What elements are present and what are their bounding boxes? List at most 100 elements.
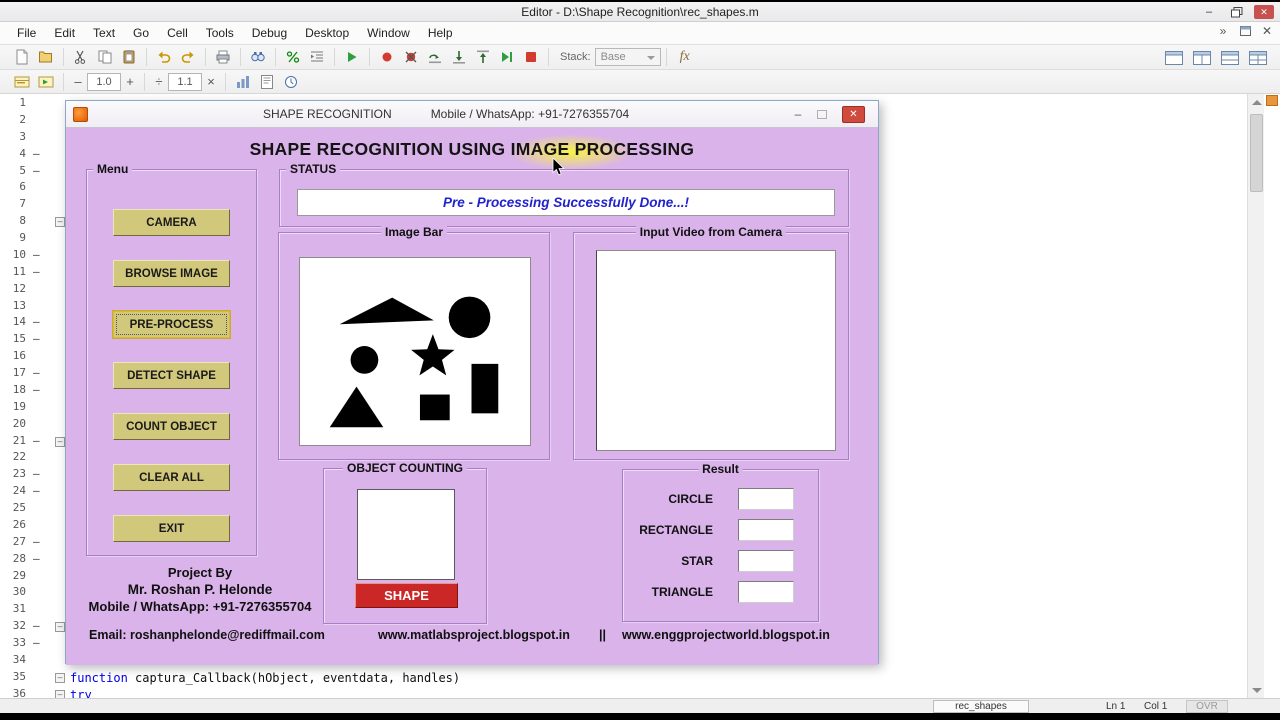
menu-item[interactable]: Debug (243, 23, 296, 43)
menu-item[interactable]: Desktop (296, 23, 358, 43)
layout-split-horizontal-icon[interactable] (1219, 48, 1241, 68)
cut-icon[interactable] (70, 47, 92, 67)
gui-maximize-button[interactable] (810, 105, 834, 123)
code-fold-icon[interactable]: – (55, 622, 65, 633)
increment-value-button[interactable]: + (121, 73, 139, 91)
open-file-icon[interactable] (35, 47, 57, 67)
result-value-input[interactable] (738, 550, 794, 572)
cell-toolbar: – + ÷ × (0, 70, 1280, 94)
step-icon[interactable] (424, 47, 446, 67)
publish-icon[interactable] (256, 72, 278, 92)
code-line-35: function captura_Callback(hObject, event… (70, 670, 461, 685)
overflow-icon[interactable]: » (1216, 24, 1230, 38)
indent-icon[interactable] (306, 47, 328, 67)
menu-item[interactable]: Cell (158, 23, 197, 43)
step-in-icon[interactable] (448, 47, 470, 67)
menu-item[interactable]: Edit (45, 23, 84, 43)
decrement-value-button[interactable]: – (69, 73, 87, 91)
menu-item[interactable]: Help (419, 23, 462, 43)
line-number-row: 30 (12, 585, 26, 599)
menu-item[interactable]: Go (124, 23, 158, 43)
result-value-input[interactable] (738, 519, 794, 541)
editor-pane[interactable]: 1 2 3 4–5–6 7 8 9 10–11–12 13 14–15–16 17–18–19 20 2… (0, 94, 1280, 698)
code-fold-icon[interactable]: – (55, 690, 65, 698)
stack-dropdown[interactable]: Base (594, 48, 661, 66)
code-fold-icon[interactable]: – (55, 673, 65, 684)
line-number-row: 20 (12, 416, 26, 430)
warning-marker[interactable] (1266, 95, 1278, 106)
insert-function-icon[interactable]: fx (680, 49, 690, 65)
menu-button[interactable]: CAMERA (113, 209, 230, 236)
shape-count-button[interactable]: SHAPE (355, 583, 458, 608)
toolbar-separator (275, 48, 276, 66)
shapes-image (299, 257, 531, 446)
result-value-input[interactable] (738, 581, 794, 603)
exit-debug-icon[interactable] (520, 47, 542, 67)
overwrite-indicator: OVR (1186, 700, 1228, 713)
layout-maximize-icon[interactable] (1163, 48, 1185, 68)
result-value-input[interactable] (738, 488, 794, 510)
status-panel-label: STATUS (286, 162, 341, 176)
menubar: File Edit Text Go Cell Tools Debug Desktop Windo… (0, 22, 1280, 45)
status-message-field[interactable]: Pre - Processing Successfully Done...! (297, 189, 835, 216)
scrollbar-up-arrow[interactable] (1248, 94, 1265, 110)
line-number-row: 11– (12, 264, 40, 278)
step-out-icon[interactable] (472, 47, 494, 67)
value-step-input[interactable] (87, 72, 121, 91)
code-fold-icon[interactable]: – (55, 436, 65, 447)
editor-scrollbar[interactable] (1247, 94, 1264, 698)
new-file-icon[interactable] (11, 47, 33, 67)
menu-item[interactable]: Tools (197, 23, 243, 43)
gui-close-button[interactable]: ✕ (842, 105, 865, 123)
contact-site1: www.matlabsproject.blogspot.in (378, 628, 570, 642)
menu-item[interactable]: File (8, 23, 45, 43)
continue-icon[interactable] (496, 47, 518, 67)
redo-icon[interactable] (177, 47, 199, 67)
file-tab[interactable]: rec_shapes (933, 700, 1029, 713)
menu-button[interactable]: EXIT (113, 515, 230, 542)
menu-button[interactable]: CLEAR ALL (113, 464, 230, 491)
copy-icon[interactable] (94, 47, 116, 67)
menu-button[interactable]: PRE-PROCESS (113, 311, 230, 338)
result-label: STAR (681, 554, 713, 568)
layout-split-vertical-icon[interactable] (1191, 48, 1213, 68)
insert-cell-divider-icon[interactable] (11, 72, 33, 92)
profiler-icon[interactable] (232, 72, 254, 92)
clock-icon[interactable] (280, 72, 302, 92)
value-factor-input[interactable] (168, 72, 202, 91)
evaluate-cell-icon[interactable] (35, 72, 57, 92)
statusbar: rec_shapes Ln 1 Col 1 OVR (0, 698, 1280, 713)
code-fold-icon[interactable]: – (55, 217, 65, 228)
restore-button[interactable] (1226, 5, 1248, 20)
set-breakpoint-icon[interactable] (376, 47, 398, 67)
menu-button[interactable]: BROWSE IMAGE (113, 260, 230, 287)
minimize-button[interactable]: – (1198, 5, 1220, 20)
layout-tile-icon[interactable] (1247, 48, 1269, 68)
paste-icon[interactable] (118, 47, 140, 67)
close-button[interactable]: ✕ (1254, 5, 1274, 19)
find-icon[interactable] (247, 47, 269, 67)
print-icon[interactable] (212, 47, 234, 67)
line-number-row: 24– (12, 484, 40, 498)
menu-button[interactable]: COUNT OBJECT (113, 413, 230, 440)
multiply-value-button[interactable]: × (202, 73, 220, 91)
undo-icon[interactable] (153, 47, 175, 67)
divide-value-button[interactable]: ÷ (150, 73, 168, 91)
close-document-icon[interactable]: ✕ (1260, 24, 1274, 38)
object-count-display[interactable] (357, 489, 455, 580)
gui-minimize-button[interactable]: – (786, 105, 810, 123)
menu-button[interactable]: DETECT SHAPE (113, 362, 230, 389)
scrollbar-down-arrow[interactable] (1248, 682, 1265, 698)
run-icon[interactable] (341, 47, 363, 67)
line-number-row: 16 (12, 349, 26, 363)
line-number-row: 27– (12, 534, 40, 548)
comment-icon[interactable] (282, 47, 304, 67)
menu-item[interactable]: Text (84, 23, 124, 43)
gui-titlebar[interactable]: SHAPE RECOGNITION Mobile / WhatsApp: +91… (66, 101, 878, 128)
clear-breakpoints-icon[interactable] (400, 47, 422, 67)
matlab-titlebar[interactable]: Editor - D:\Shape Recognition\rec_shapes… (0, 2, 1280, 22)
toolbar-separator (334, 48, 335, 66)
scrollbar-thumb[interactable] (1250, 114, 1263, 192)
dock-icon[interactable] (1238, 24, 1252, 38)
menu-item[interactable]: Window (358, 23, 419, 43)
